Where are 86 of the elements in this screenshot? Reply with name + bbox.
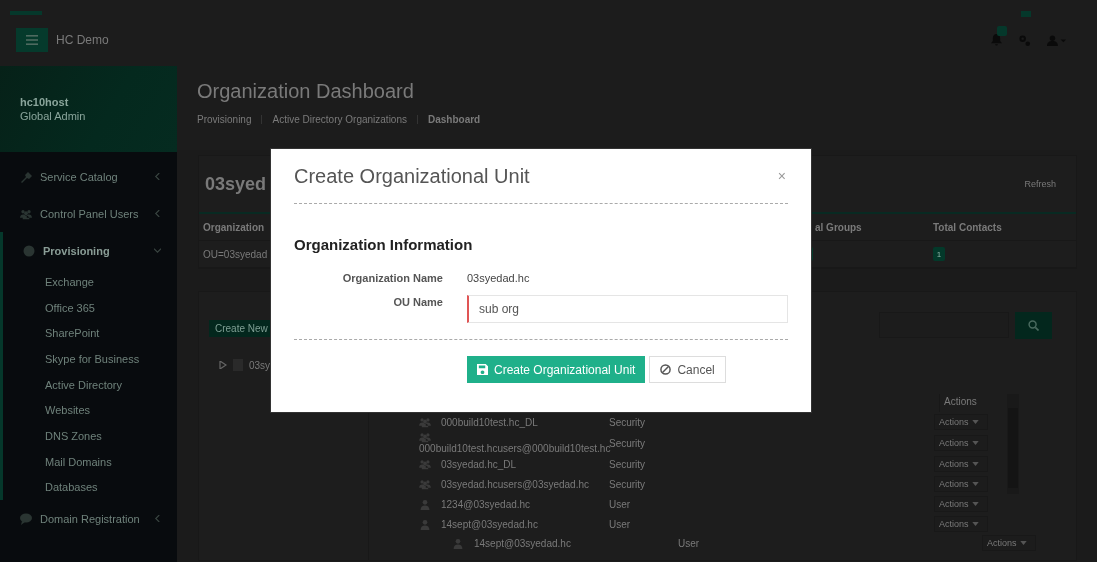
chevron-down-icon xyxy=(154,247,161,254)
app-name: HC Demo xyxy=(56,33,109,47)
member-name: 14sept@03syedad.hc xyxy=(474,537,571,549)
group-icon xyxy=(419,432,431,443)
chevron-left-icon xyxy=(154,515,161,523)
chevron-left-icon xyxy=(154,173,161,180)
group-icon xyxy=(419,416,431,428)
user-icon xyxy=(419,518,431,530)
create-button[interactable]: Create Organizational Unit xyxy=(467,356,646,383)
actions-dropdown[interactable]: Actions xyxy=(934,476,988,492)
member-name: 000build10test.hcusers@000build10test.hc xyxy=(419,443,611,454)
nav-subitem[interactable]: Databases xyxy=(3,474,98,501)
caret-right-icon[interactable] xyxy=(219,361,227,369)
dialog-title: Create Organizational Unit xyxy=(294,164,531,188)
status-mark xyxy=(1021,11,1031,17)
breadcrumb-link[interactable]: Dashboard xyxy=(428,114,481,125)
member-name: 14sept@03syedad.hc xyxy=(441,518,538,530)
member-name: 1234@03syedad.hc xyxy=(441,498,531,510)
member-type: Security xyxy=(609,437,647,449)
nav-subitem[interactable]: Active Directory xyxy=(3,371,123,398)
caret-down-icon xyxy=(1019,541,1027,545)
member-name: 03syedad.hc_DL xyxy=(441,458,517,470)
member-name: 03syedad.hcusers@03syedad.hc xyxy=(441,478,590,490)
member-type: User xyxy=(609,498,632,510)
caret-down-icon xyxy=(971,522,979,526)
users-icon xyxy=(20,207,32,220)
nav-subitem[interactable]: DNS Zones xyxy=(3,423,102,449)
nav-subitem[interactable]: Exchange xyxy=(3,269,94,295)
member-type: Security xyxy=(609,458,647,470)
page-title: Organization Dashboard xyxy=(197,80,415,103)
group-icon xyxy=(419,478,431,490)
column-header: Actions xyxy=(939,394,981,412)
caret-down-icon xyxy=(971,482,979,486)
breadcrumb-link[interactable]: Provisioning xyxy=(197,114,252,125)
nav-item[interactable]: Control Panel Users xyxy=(0,195,177,232)
actions-dropdown[interactable]: Actions xyxy=(934,414,988,430)
breadcrumb-link[interactable]: Active Directory Organizations xyxy=(272,114,407,125)
member-type: User xyxy=(609,518,632,530)
close-button[interactable]: × xyxy=(775,168,788,184)
group-icon xyxy=(419,458,431,470)
field-label: Organization Name xyxy=(341,272,443,284)
chat-bubble-icon xyxy=(20,512,32,525)
caret-down-icon xyxy=(971,441,979,445)
member-type: Security xyxy=(609,478,647,490)
actions-dropdown[interactable]: Actions xyxy=(934,516,988,532)
tree-item[interactable]: 03sy xyxy=(249,359,271,371)
wrench-icon xyxy=(20,170,32,183)
user-icon xyxy=(419,498,431,510)
member-name: 000build10test.hc_DL xyxy=(441,416,538,428)
chevron-left-icon xyxy=(154,210,161,217)
user-role: Global Admin xyxy=(20,110,87,122)
field-value: 03syedad.hc xyxy=(467,271,531,286)
caret-down-icon xyxy=(971,502,979,506)
card-title: 03syed xyxy=(205,173,267,195)
ban-icon xyxy=(660,364,672,375)
nav-subitem[interactable]: Office 365 xyxy=(3,294,95,321)
menu-icon xyxy=(26,35,38,45)
nav-subitem[interactable]: Mail Domains xyxy=(3,448,112,475)
user-name: hc10host xyxy=(20,96,70,108)
caret-down-icon xyxy=(971,420,979,424)
count-badge: 1 xyxy=(933,247,945,261)
caret-down-icon xyxy=(971,462,979,466)
notification-badge xyxy=(997,26,1007,36)
cancel-button[interactable]: Cancel xyxy=(649,356,726,383)
nav-item[interactable]: Provisioning xyxy=(3,232,177,269)
member-type: User xyxy=(678,537,701,549)
member-type: Security xyxy=(609,416,647,428)
nav-item[interactable]: Service Catalog xyxy=(0,158,177,195)
search-button[interactable] xyxy=(1015,312,1052,339)
field-label: OU Name xyxy=(392,296,443,308)
refresh-link[interactable]: Refresh xyxy=(1024,179,1056,189)
nav-subitem[interactable]: SharePoint xyxy=(3,320,100,347)
search-icon xyxy=(1028,320,1039,331)
nav-subitem[interactable]: Websites xyxy=(3,397,91,424)
nav-item[interactable]: Domain Registration xyxy=(0,500,177,538)
ou-name-field[interactable]: sub org xyxy=(467,295,788,323)
menu-button[interactable] xyxy=(16,28,48,52)
column-header: Total Contacts xyxy=(929,214,1076,241)
actions-dropdown[interactable]: Actions xyxy=(982,535,1036,551)
save-icon xyxy=(477,364,488,375)
nav-subitem[interactable]: Skype for Business xyxy=(3,346,140,372)
actions-dropdown[interactable]: Actions xyxy=(934,456,988,472)
bell-icon[interactable] xyxy=(991,34,1002,46)
actions-dropdown[interactable]: Actions xyxy=(934,435,988,451)
user-icon xyxy=(452,537,464,549)
actions-dropdown[interactable]: Actions xyxy=(934,496,988,512)
